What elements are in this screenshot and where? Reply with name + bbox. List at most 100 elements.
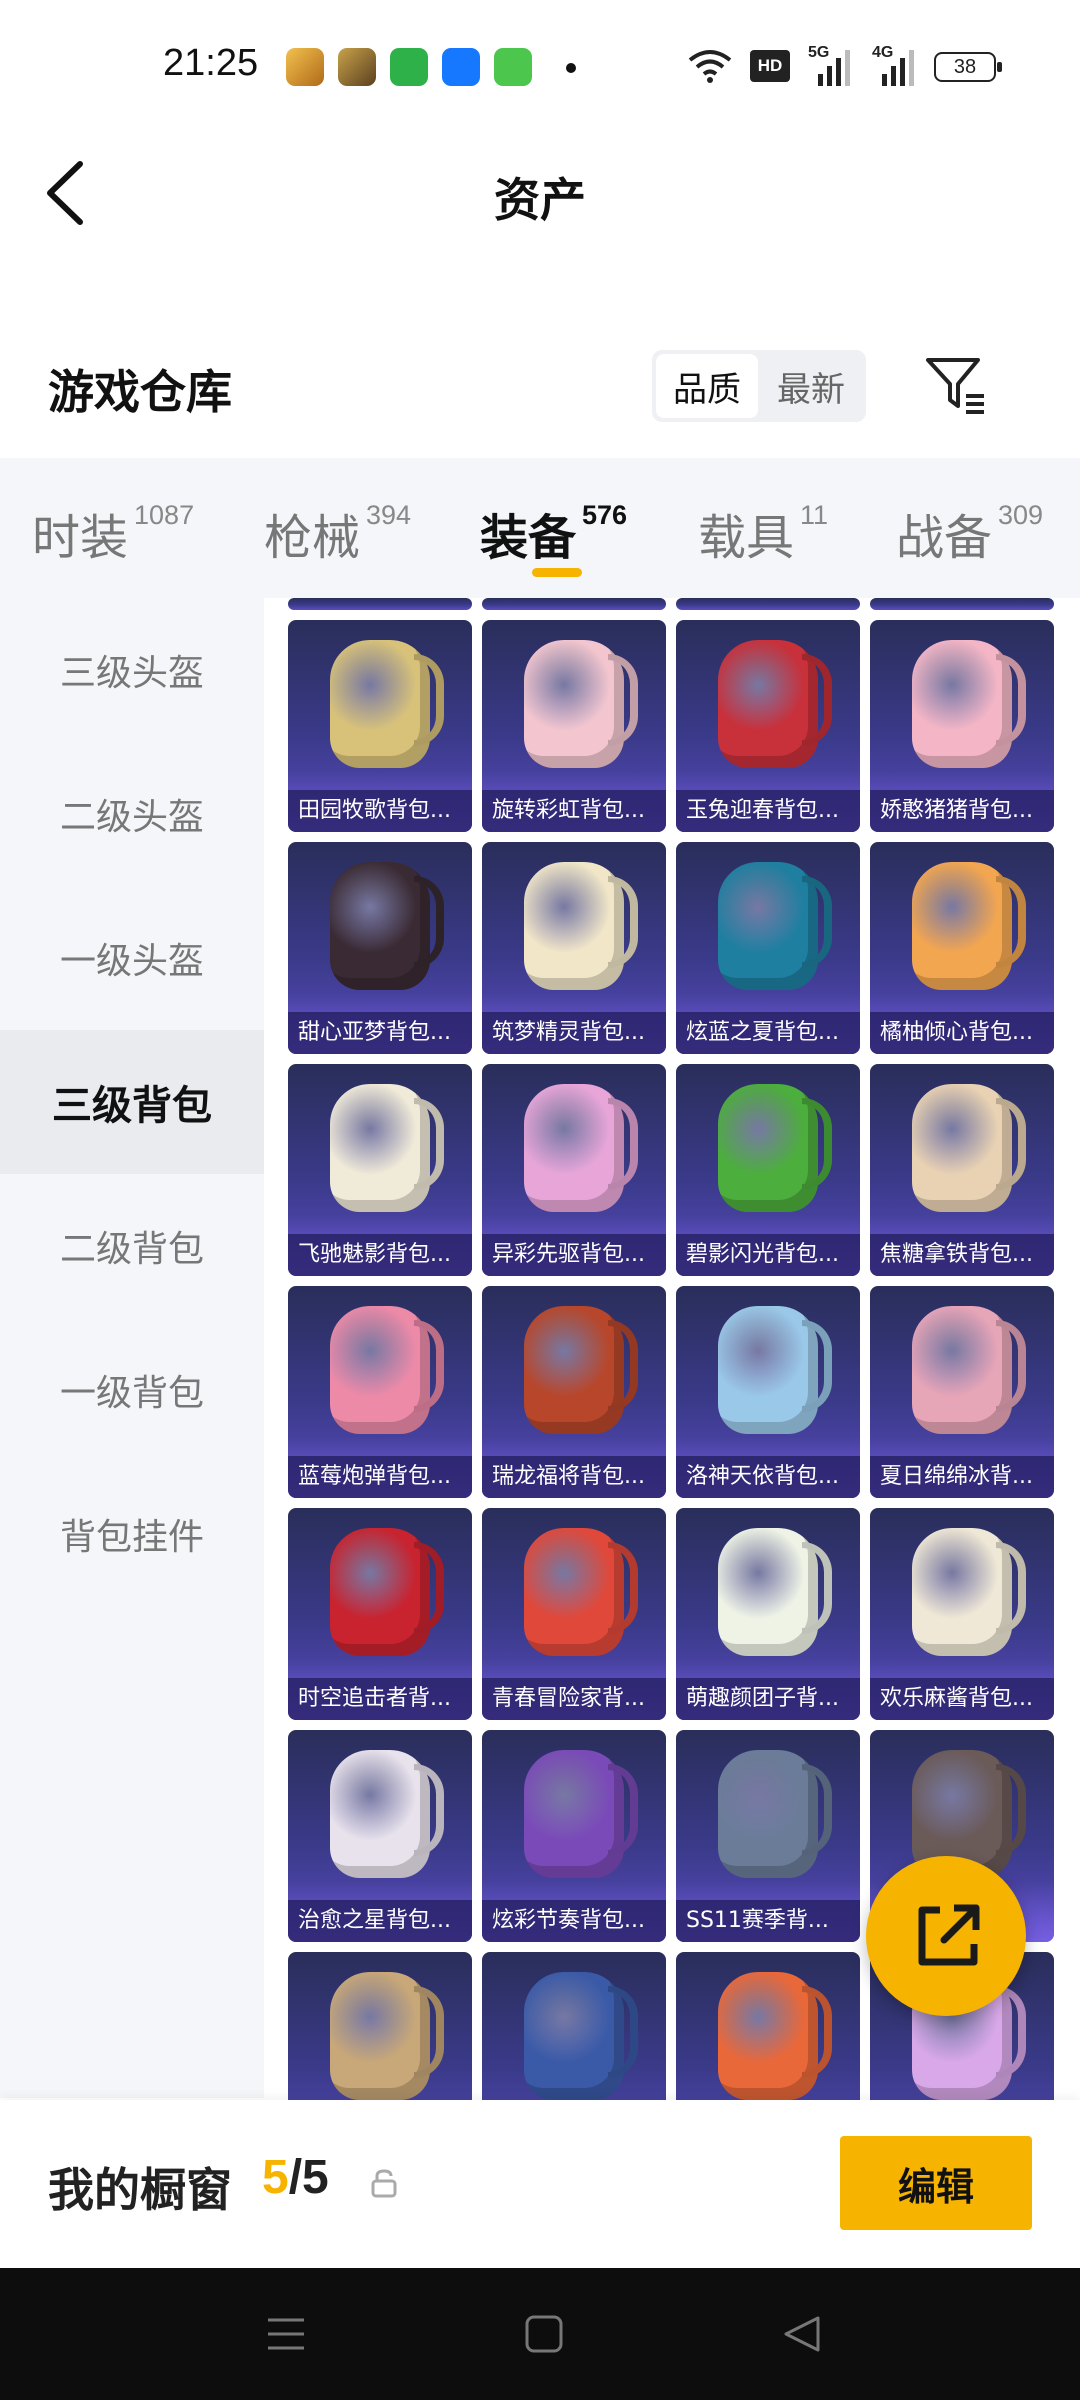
filter-button[interactable] [922, 352, 988, 418]
item-name: 玉兔迎春背包... [676, 790, 860, 832]
item-card[interactable] [482, 1952, 666, 2100]
backpack-strap [414, 876, 444, 968]
item-card[interactable]: 橘柚倾心背包... [870, 842, 1054, 1054]
wifi-icon [688, 50, 732, 83]
item-card[interactable]: 炫蓝之夏背包... [676, 842, 860, 1054]
tab-fashion[interactable]: 时装 1087 [32, 498, 194, 568]
edit-button[interactable]: 编辑 [840, 2136, 1032, 2230]
tab-vehicles[interactable]: 载具 11 [698, 498, 828, 568]
sidebar-item-level2-helmet[interactable]: 二级头盔 [0, 742, 264, 886]
tab-count: 1087 [134, 500, 195, 530]
tab-label: 载具 [698, 510, 795, 566]
sidebar-item-backpack-pendant[interactable]: 背包挂件 [0, 1462, 264, 1606]
item-name: 欢乐麻酱背包... [870, 1678, 1054, 1720]
item-name: 筑梦精灵背包... [482, 1012, 666, 1054]
backpack-strap [608, 876, 638, 968]
backpack-strap [996, 1542, 1026, 1634]
tab-count: 11 [800, 500, 829, 530]
item-card[interactable]: 飞驰魅影背包... [288, 1064, 472, 1276]
item-card[interactable]: 炫彩节奏背包... [482, 1730, 666, 1942]
backpack-strap [414, 1320, 444, 1412]
category-tabs: 时装 1087 枪械 394 装备 576 载具 11 战备 309 [0, 458, 1080, 598]
item-card[interactable]: 青春冒险家背... [482, 1508, 666, 1720]
item-card[interactable]: 焦糖拿铁背包... [870, 1064, 1054, 1276]
sidebar-item-level3-backpack[interactable]: 三级背包 [0, 1030, 264, 1174]
lock-icon [370, 2168, 398, 2198]
sort-quality-button[interactable]: 品质 [656, 354, 758, 418]
backpack-strap [608, 1098, 638, 1190]
showcase-count: 5/5 [262, 2150, 329, 2205]
backpack-strap [608, 1542, 638, 1634]
item-name: 治愈之星背包... [288, 1900, 472, 1942]
item-card[interactable] [676, 1952, 860, 2100]
warehouse-title: 游戏仓库 [48, 365, 232, 419]
showcase-label: 我的橱窗 [48, 2163, 232, 2217]
item-card[interactable]: 筑梦精灵背包... [482, 842, 666, 1054]
item-card[interactable]: 夏日绵绵冰背... [870, 1286, 1054, 1498]
item-card[interactable]: 蓝莓炮弹背包... [288, 1286, 472, 1498]
tab-equipment[interactable]: 装备 576 [480, 498, 627, 568]
item-card[interactable]: 旋转彩虹背包... [482, 620, 666, 832]
backpack-strap [802, 654, 832, 746]
item-card-partial[interactable] [288, 598, 472, 610]
item-card[interactable]: 时空追击者背... [288, 1508, 472, 1720]
tab-count: 309 [998, 500, 1044, 530]
item-card-partial[interactable] [870, 598, 1054, 610]
item-card[interactable]: 洛神天依背包... [676, 1286, 860, 1498]
page-title: 资产 [494, 173, 586, 227]
message-app-icon [494, 48, 532, 86]
item-card[interactable]: 瑞龙福将背包... [482, 1286, 666, 1498]
battery-icon: 38 [934, 52, 1002, 82]
filter-icon [926, 358, 984, 414]
tab-label: 时装 [32, 510, 129, 566]
backpack-strap [996, 1764, 1026, 1856]
item-card-partial[interactable] [482, 598, 666, 610]
item-card[interactable]: 异彩先驱背包... [482, 1064, 666, 1276]
backpack-strap [414, 1542, 444, 1634]
item-name: 焦糖拿铁背包... [870, 1234, 1054, 1276]
backpack-strap [802, 1764, 832, 1856]
tab-weapons[interactable]: 枪械 394 [264, 498, 411, 568]
pubg-app-icon [338, 48, 376, 86]
item-card[interactable]: 欢乐麻酱背包... [870, 1508, 1054, 1720]
tab-label: 枪械 [264, 510, 361, 566]
home-icon[interactable] [524, 2314, 564, 2354]
backpack-strap [802, 1542, 832, 1634]
sidebar-item-level2-backpack[interactable]: 二级背包 [0, 1174, 264, 1318]
showcase-separator: / [288, 2151, 303, 2204]
item-card-partial[interactable] [676, 598, 860, 610]
item-card[interactable]: 治愈之星背包... [288, 1730, 472, 1942]
item-card[interactable] [288, 1952, 472, 2100]
backpack-strap [608, 1764, 638, 1856]
backpack-strap [802, 1320, 832, 1412]
item-card[interactable]: 玉兔迎春背包... [676, 620, 860, 832]
sidebar-item-level1-backpack[interactable]: 一级背包 [0, 1318, 264, 1462]
backpack-strap [608, 1986, 638, 2078]
item-name: 青春冒险家背... [482, 1678, 666, 1720]
active-tab-indicator [532, 568, 582, 577]
item-card[interactable]: 碧影闪光背包... [676, 1064, 860, 1276]
sort-newest-button[interactable]: 最新 [760, 354, 862, 418]
backpack-strap [802, 1986, 832, 2078]
sidebar-item-level1-helmet[interactable]: 一级头盔 [0, 886, 264, 1030]
tab-supplies[interactable]: 战备 309 [896, 498, 1043, 568]
item-card[interactable]: 娇憨猪猪背包... [870, 620, 1054, 832]
item-name: 碧影闪光背包... [676, 1234, 860, 1276]
backpack-strap [608, 654, 638, 746]
item-card[interactable]: SS11赛季背... [676, 1730, 860, 1942]
item-card[interactable]: 田园牧歌背包... [288, 620, 472, 832]
back-nav-icon[interactable] [782, 2314, 822, 2354]
item-card[interactable]: 萌趣颜团子背... [676, 1508, 860, 1720]
item-card[interactable]: 甜心亚梦背包... [288, 842, 472, 1054]
item-name: 娇憨猪猪背包... [870, 790, 1054, 832]
backpack-strap [608, 1320, 638, 1412]
backpack-strap [802, 876, 832, 968]
backpack-strap [414, 654, 444, 746]
system-icons: HD 5G 4G [688, 44, 918, 88]
share-button[interactable] [866, 1856, 1026, 2016]
backpack-strap [414, 1986, 444, 2078]
sidebar-item-level3-helmet[interactable]: 三级头盔 [0, 598, 264, 742]
system-nav-bar [0, 2268, 1080, 2400]
menu-icon[interactable] [266, 2316, 306, 2352]
top-nav-bar: 资产 [0, 136, 1080, 252]
